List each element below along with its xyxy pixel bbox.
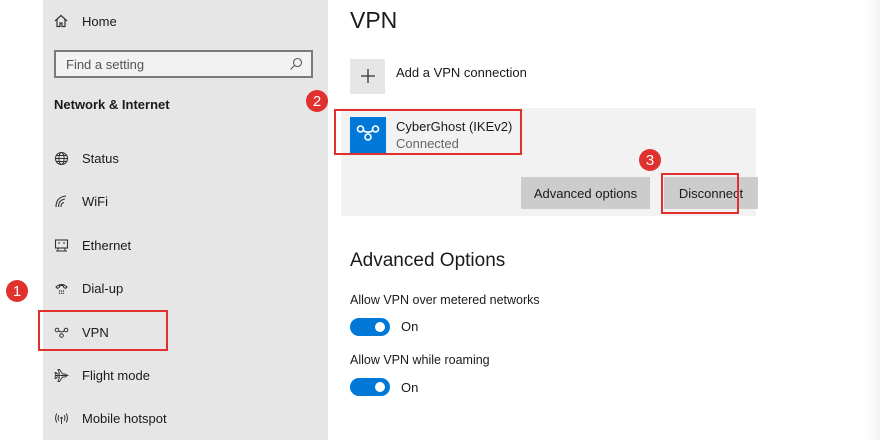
- sidebar-item-flight-mode[interactable]: Flight mode: [43, 355, 328, 395]
- highlight-vpn-nav: [38, 310, 168, 351]
- add-vpn-label: Add a VPN connection: [396, 65, 527, 80]
- airplane-icon: [53, 367, 69, 383]
- metered-networks-state: On: [401, 319, 419, 334]
- advanced-options-button[interactable]: Advanced options: [521, 177, 650, 209]
- step-marker-2: 2: [306, 90, 328, 112]
- search-icon[interactable]: [289, 57, 303, 71]
- page-title: VPN: [350, 7, 398, 33]
- sidebar-item-wifi[interactable]: WiFi: [43, 181, 328, 221]
- search-field[interactable]: [54, 50, 313, 78]
- highlight-disconnect: [661, 173, 739, 214]
- toggle-knob: [375, 382, 385, 392]
- sidebar-item-label: Ethernet: [82, 237, 132, 253]
- wifi-icon: [53, 193, 69, 209]
- home-icon: [53, 13, 69, 29]
- sidebar-item-label: Home: [82, 13, 117, 29]
- toggle-knob: [375, 322, 385, 332]
- hotspot-icon: [53, 410, 69, 426]
- settings-window: Home Network & Internet Status WiFi: [0, 0, 880, 440]
- sidebar-item-ethernet[interactable]: Ethernet: [43, 225, 328, 265]
- add-button[interactable]: [350, 59, 385, 94]
- sidebar-item-label: Flight mode: [82, 367, 150, 383]
- sidebar-item-mobile-hotspot[interactable]: Mobile hotspot: [43, 398, 328, 438]
- sidebar: Home Network & Internet Status WiFi: [43, 0, 328, 440]
- search-input[interactable]: [66, 56, 286, 72]
- window-edge: [865, 0, 880, 440]
- sidebar-item-label: WiFi: [82, 193, 108, 209]
- metered-networks-toggle[interactable]: [350, 318, 390, 336]
- step-marker-3: 3: [639, 149, 661, 171]
- sidebar-item-dialup[interactable]: Dial-up: [43, 268, 328, 308]
- add-vpn-connection[interactable]: Add a VPN connection: [350, 59, 527, 94]
- step-marker-1: 1: [6, 280, 28, 302]
- sidebar-section-title: Network & Internet: [54, 97, 170, 112]
- roaming-label: Allow VPN while roaming: [350, 353, 490, 367]
- plus-icon: [360, 63, 376, 91]
- sidebar-item-label: Status: [82, 150, 119, 166]
- highlight-vpn-connection: [334, 109, 522, 155]
- roaming-state: On: [401, 380, 419, 395]
- dialup-icon: [53, 280, 69, 296]
- sidebar-item-home[interactable]: Home: [43, 1, 328, 41]
- globe-icon: [53, 150, 69, 166]
- advanced-options-heading: Advanced Options: [350, 250, 506, 271]
- metered-networks-label: Allow VPN over metered networks: [350, 293, 540, 307]
- roaming-toggle[interactable]: [350, 378, 390, 396]
- ethernet-icon: [53, 237, 69, 253]
- sidebar-item-status[interactable]: Status: [43, 138, 328, 178]
- main-content: VPN Add a VPN connection CyberGhost (IKE…: [328, 0, 880, 440]
- sidebar-item-label: Mobile hotspot: [82, 410, 167, 426]
- sidebar-item-label: Dial-up: [82, 280, 124, 296]
